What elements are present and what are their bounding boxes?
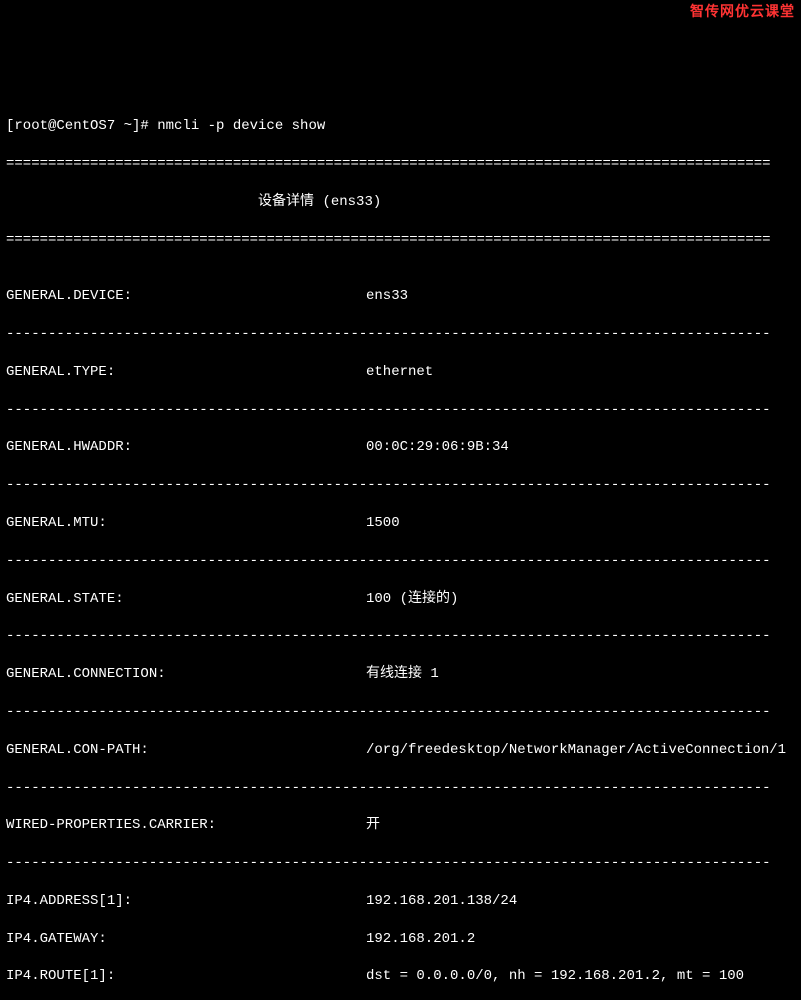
row-ip4-route1: IP4.ROUTE[1]:dst = 0.0.0.0/0, nh = 192.1… xyxy=(6,967,795,986)
row-ip4-address1: IP4.ADDRESS[1]:192.168.201.138/24 xyxy=(6,892,795,911)
command-line: [root@CentOS7 ~]# nmcli -p device show xyxy=(6,117,795,136)
entered-command: nmcli -p device show xyxy=(157,117,325,136)
key-general-conpath: GENERAL.CON-PATH: xyxy=(6,741,366,760)
separator-equals-bottom: ========================================… xyxy=(6,231,795,250)
key-general-mtu: GENERAL.MTU: xyxy=(6,514,366,533)
separator-dash: ----------------------------------------… xyxy=(6,779,795,798)
val-ip4-address1: 192.168.201.138/24 xyxy=(366,892,517,911)
key-general-type: GENERAL.TYPE: xyxy=(6,363,366,382)
val-general-mtu: 1500 xyxy=(366,514,400,533)
row-general-conpath: GENERAL.CON-PATH:/org/freedesktop/Networ… xyxy=(6,741,795,760)
val-general-conpath: /org/freedesktop/NetworkManager/ActiveCo… xyxy=(366,741,786,760)
val-general-connection: 有线连接 1 xyxy=(366,665,439,684)
val-general-device: ens33 xyxy=(366,287,408,306)
row-general-connection: GENERAL.CONNECTION:有线连接 1 xyxy=(6,665,795,684)
val-wired-carrier: 开 xyxy=(366,816,380,835)
separator-dash: ----------------------------------------… xyxy=(6,627,795,646)
header-suffix: ) xyxy=(373,194,381,210)
shell-prompt: [root@CentOS7 ~]# xyxy=(6,117,149,136)
val-ip4-gateway: 192.168.201.2 xyxy=(366,930,475,949)
val-general-hwaddr: 00:0C:29:06:9B:34 xyxy=(366,438,509,457)
separator-dash: ----------------------------------------… xyxy=(6,325,795,344)
separator-dash: ----------------------------------------… xyxy=(6,854,795,873)
key-ip4-gateway: IP4.GATEWAY: xyxy=(6,930,366,949)
header-device: ens33 xyxy=(331,194,373,210)
key-ip4-route1: IP4.ROUTE[1]: xyxy=(6,967,366,986)
watermark-text: 智传网优云课堂 xyxy=(690,2,795,21)
key-general-device: GENERAL.DEVICE: xyxy=(6,287,366,306)
key-general-connection: GENERAL.CONNECTION: xyxy=(6,665,366,684)
section-header: 设备详情 (ens33) xyxy=(6,193,795,212)
separator-dash: ----------------------------------------… xyxy=(6,476,795,495)
key-wired-carrier: WIRED-PROPERTIES.CARRIER: xyxy=(6,816,366,835)
val-general-state: 100 (连接的) xyxy=(366,590,458,609)
header-prefix: 设备详情 ( xyxy=(6,194,331,210)
key-general-hwaddr: GENERAL.HWADDR: xyxy=(6,438,366,457)
key-general-state: GENERAL.STATE: xyxy=(6,590,366,609)
val-general-type: ethernet xyxy=(366,363,433,382)
separator-dash: ----------------------------------------… xyxy=(6,552,795,571)
row-ip4-gateway: IP4.GATEWAY:192.168.201.2 xyxy=(6,930,795,949)
row-general-hwaddr: GENERAL.HWADDR:00:0C:29:06:9B:34 xyxy=(6,438,795,457)
val-ip4-route1: dst = 0.0.0.0/0, nh = 192.168.201.2, mt … xyxy=(366,967,744,986)
row-wired-carrier: WIRED-PROPERTIES.CARRIER:开 xyxy=(6,816,795,835)
separator-equals-top: ========================================… xyxy=(6,155,795,174)
row-general-type: GENERAL.TYPE:ethernet xyxy=(6,363,795,382)
key-ip4-address1: IP4.ADDRESS[1]: xyxy=(6,892,366,911)
separator-dash: ----------------------------------------… xyxy=(6,703,795,722)
separator-dash: ----------------------------------------… xyxy=(6,401,795,420)
row-general-state: GENERAL.STATE:100 (连接的) xyxy=(6,590,795,609)
row-general-device: GENERAL.DEVICE:ens33 xyxy=(6,287,795,306)
row-general-mtu: GENERAL.MTU:1500 xyxy=(6,514,795,533)
